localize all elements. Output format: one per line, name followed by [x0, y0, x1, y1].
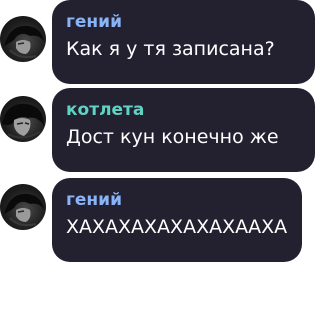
dark-hair-anime-avatar-icon [2, 103, 44, 139]
message-2: котлета Дост кун конечно же [0, 88, 320, 174]
author-name[interactable]: гений [66, 190, 288, 210]
message-bubble: гений ХАХАХАХАХАХАХААХА [52, 178, 302, 262]
message-bubble: гений Как я у тя записана? [52, 0, 315, 84]
message-1: гений Как я у тя записана? [0, 0, 320, 88]
dark-hair-anime-avatar-icon [4, 25, 44, 59]
author-name[interactable]: гений [66, 12, 301, 32]
author-name[interactable]: котлета [66, 100, 301, 120]
message-text: ХАХАХАХАХАХАХААХА [66, 216, 288, 238]
avatar[interactable] [0, 16, 46, 62]
message-3: гений ХАХАХАХАХАХАХААХА [0, 176, 320, 266]
avatar[interactable] [0, 184, 46, 230]
message-text: Дост кун конечно же [66, 126, 279, 148]
message-text: Как я у тя записана? [66, 38, 275, 60]
message-bubble: котлета Дост кун конечно же [52, 88, 315, 172]
dark-hair-anime-avatar-icon [4, 193, 44, 227]
avatar[interactable] [0, 96, 46, 142]
